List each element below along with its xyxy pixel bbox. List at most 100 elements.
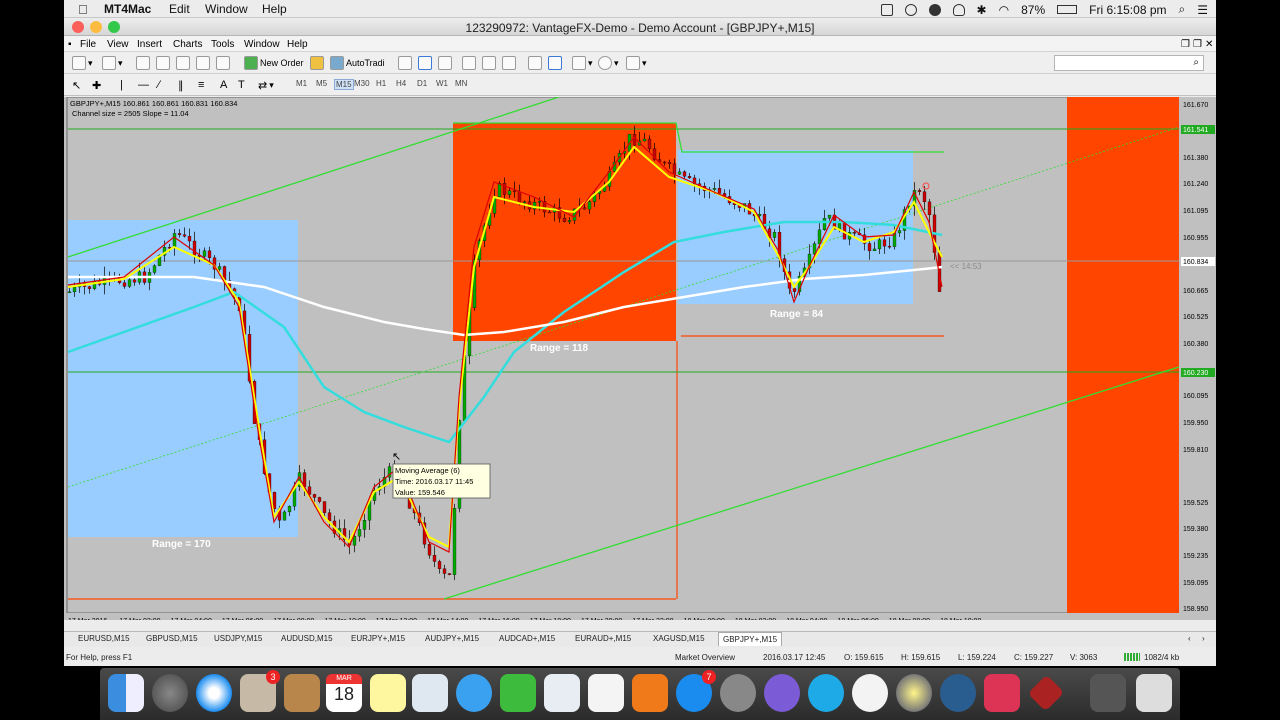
metaeditor-button[interactable]: [310, 55, 324, 71]
tabs-scroll-right-icon[interactable]: ›: [1202, 634, 1205, 643]
trendline-tool[interactable]: ∕: [158, 77, 160, 93]
skype-icon[interactable]: [808, 674, 844, 712]
cursor-tool[interactable]: ↖: [72, 77, 81, 93]
timeframe-d1[interactable]: D1: [417, 79, 427, 88]
mt4-app-icon[interactable]: [1027, 674, 1065, 712]
clock[interactable]: Fri 6:15:08 pm: [1089, 3, 1166, 17]
itunes-icon[interactable]: [852, 674, 888, 712]
viber-status-icon[interactable]: [928, 3, 941, 16]
menu-insert[interactable]: Insert: [137, 39, 162, 50]
menu-window-app[interactable]: Window: [244, 39, 280, 50]
timeframe-m15[interactable]: M15: [334, 79, 354, 90]
tabs-scroll-left-icon[interactable]: ‹: [1188, 634, 1191, 643]
menu-help-app[interactable]: Help: [287, 39, 308, 50]
price-chart[interactable]: Range = 170 Range = 118 Range = 84 << 14…: [64, 97, 1216, 620]
menu-tools[interactable]: Tools: [211, 39, 234, 50]
messages-icon[interactable]: [456, 674, 492, 712]
facetime-icon[interactable]: [500, 674, 536, 712]
wifi-icon[interactable]: ◠: [999, 3, 1009, 17]
bar-chart-button[interactable]: [398, 55, 412, 71]
autotrading-button[interactable]: AutoTradi: [330, 55, 385, 71]
new-order-button[interactable]: New Order: [244, 55, 304, 71]
tab-usdjpy[interactable]: USDJPY,M15: [214, 634, 262, 643]
timeframe-h4[interactable]: H4: [396, 79, 406, 88]
mail-app-icon[interactable]: 3: [240, 670, 280, 712]
tile-windows-button[interactable]: [502, 55, 516, 71]
data-window-button[interactable]: [156, 55, 170, 71]
new-chart-button[interactable]: ▾: [72, 55, 93, 71]
downloads-stack-icon[interactable]: [1090, 674, 1126, 712]
price-axis[interactable]: [1179, 97, 1216, 620]
chart-shift-button[interactable]: [548, 55, 562, 71]
safari-icon[interactable]: [196, 674, 232, 712]
indicators-button[interactable]: ▾: [572, 55, 593, 71]
market-watch-button[interactable]: [136, 55, 150, 71]
text-tool[interactable]: A: [220, 77, 227, 93]
channel-tool[interactable]: ∥: [178, 77, 184, 93]
preview-icon[interactable]: [544, 674, 580, 712]
viber-icon[interactable]: [764, 674, 800, 712]
timeframe-w1[interactable]: W1: [436, 79, 448, 88]
close-window-button[interactable]: [72, 21, 84, 33]
bluetooth-icon[interactable]: ✱: [977, 3, 987, 17]
templates-button[interactable]: ▾: [626, 55, 647, 71]
menu-help[interactable]: Help: [262, 2, 287, 16]
horizontal-line-tool[interactable]: —: [138, 77, 149, 93]
chart-canvas[interactable]: Range = 170 Range = 118 Range = 84 << 14…: [64, 97, 1216, 620]
bulb-status-icon[interactable]: [952, 3, 965, 16]
candlestick-button[interactable]: [418, 55, 432, 71]
menu-charts[interactable]: Charts: [173, 39, 202, 50]
numbers-icon[interactable]: [588, 674, 624, 712]
profiles-button[interactable]: ▾: [102, 55, 123, 71]
finder-icon[interactable]: [108, 674, 144, 712]
ibooks-icon[interactable]: [632, 674, 668, 712]
menu-edit[interactable]: Edit: [169, 2, 190, 16]
menu-window[interactable]: Window: [205, 2, 248, 16]
bulb-app-icon[interactable]: [896, 674, 932, 712]
timeframe-m5[interactable]: M5: [316, 79, 327, 88]
periods-button[interactable]: ▾: [598, 55, 619, 71]
menu-file[interactable]: File: [80, 39, 96, 50]
tab-audusd[interactable]: AUDUSD,M15: [281, 634, 333, 643]
timeframe-h1[interactable]: H1: [376, 79, 386, 88]
zoom-window-button[interactable]: [108, 21, 120, 33]
status-clock-icon[interactable]: [880, 3, 893, 16]
minimize-window-button[interactable]: [90, 21, 102, 33]
line-chart-button[interactable]: [438, 55, 452, 71]
search-input[interactable]: ⌕: [1054, 55, 1204, 71]
vertical-line-tool[interactable]: |: [120, 77, 123, 93]
minimize-chart-icon[interactable]: ❐: [1193, 39, 1202, 50]
quicktime-icon[interactable]: [940, 674, 976, 712]
terminal-button[interactable]: [196, 55, 210, 71]
tab-euraud[interactable]: EURAUD+,M15: [575, 634, 631, 643]
text-label-tool[interactable]: T: [238, 77, 245, 93]
tester-button[interactable]: [216, 55, 230, 71]
notification-center-icon[interactable]: ☰: [1197, 3, 1208, 17]
close-chart-icon[interactable]: ✕: [1205, 39, 1213, 50]
wineskin-icon[interactable]: [984, 674, 1020, 712]
tab-eurusd[interactable]: EURUSD,M15: [78, 634, 130, 643]
notes-icon[interactable]: [370, 674, 406, 712]
tab-audjpy[interactable]: AUDJPY+,M15: [425, 634, 479, 643]
trash-icon[interactable]: [1136, 674, 1172, 712]
timeframe-mn[interactable]: MN: [455, 79, 467, 88]
crosshair-tool[interactable]: ✚: [92, 77, 101, 93]
restore-chart-icon[interactable]: ❐: [1181, 39, 1190, 50]
battery-icon[interactable]: [1057, 5, 1078, 14]
menu-view[interactable]: View: [107, 39, 129, 50]
fibonacci-tool[interactable]: ≡: [198, 77, 204, 93]
contacts-icon[interactable]: [284, 674, 320, 712]
timeframe-m30[interactable]: M30: [354, 79, 370, 88]
tab-eurjpy[interactable]: EURJPY+,M15: [351, 634, 405, 643]
timeframe-m1[interactable]: M1: [296, 79, 307, 88]
tab-audcad[interactable]: AUDCAD+,M15: [499, 634, 555, 643]
reminders-icon[interactable]: [412, 674, 448, 712]
spotlight-icon[interactable]: ⌕: [1179, 2, 1186, 17]
tab-gbpjpy[interactable]: GBPJPY+,M15: [718, 632, 783, 646]
status-record-icon[interactable]: [904, 3, 917, 16]
system-preferences-icon[interactable]: [720, 674, 756, 712]
tab-gbpusd[interactable]: GBPUSD,M15: [146, 634, 198, 643]
navigator-button[interactable]: [176, 55, 190, 71]
zoom-out-button[interactable]: [482, 55, 496, 71]
app-store-icon[interactable]: 7: [676, 670, 716, 712]
